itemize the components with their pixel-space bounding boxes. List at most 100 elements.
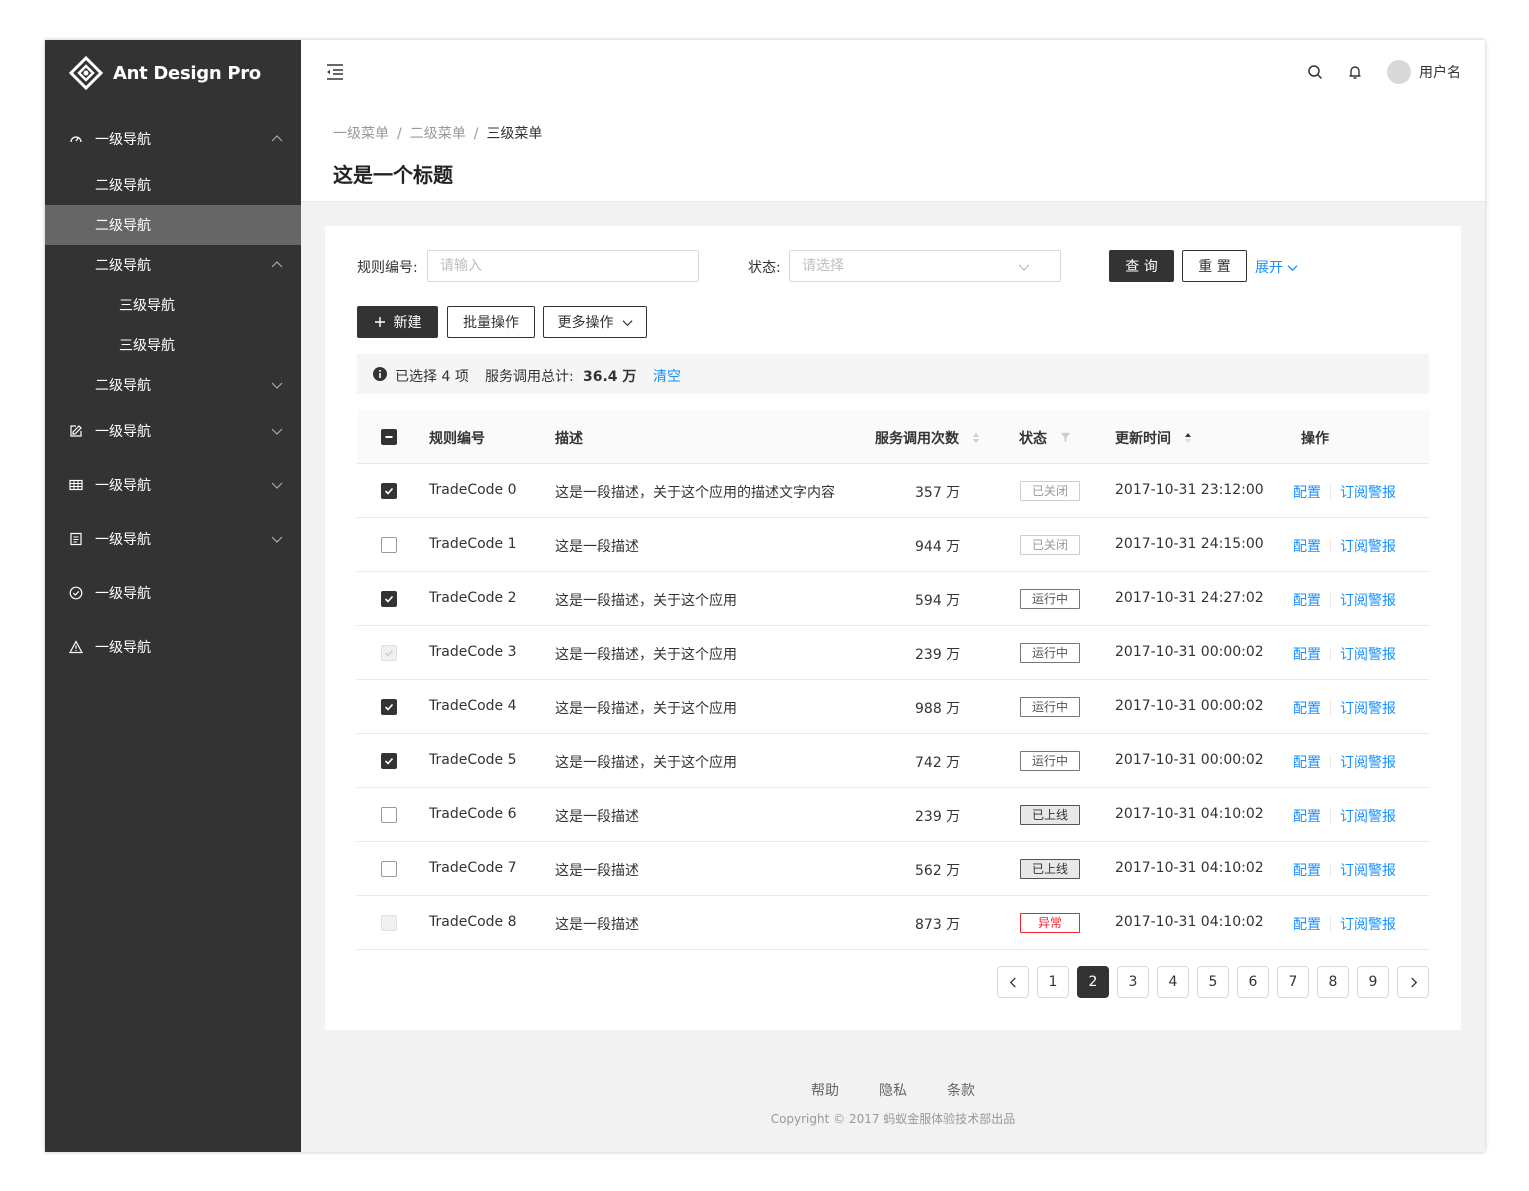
page-button[interactable]: 1 xyxy=(1037,966,1069,998)
rule-code: TradeCode 8 xyxy=(429,914,517,930)
clear-link[interactable]: 清空 xyxy=(653,366,681,386)
column-header-status[interactable]: 状态 xyxy=(1019,428,1071,448)
row-checkbox[interactable] xyxy=(381,537,397,553)
page-button[interactable]: 8 xyxy=(1317,966,1349,998)
rule-number-input[interactable]: 请输入 xyxy=(427,250,699,282)
row-checkbox[interactable] xyxy=(381,861,397,877)
page-button[interactable]: 4 xyxy=(1157,966,1189,998)
config-link[interactable]: 配置 xyxy=(1293,698,1321,718)
page-button[interactable]: 2 xyxy=(1077,966,1109,998)
table-row[interactable]: TradeCode 5 这是一段描述，关于这个应用 742 万 运行中 2017-10-… xyxy=(357,734,1429,788)
config-link[interactable]: 配置 xyxy=(1293,752,1321,772)
subscribe-alert-link[interactable]: 订阅警报 xyxy=(1340,860,1396,880)
rule-description: 这是一段描述 xyxy=(555,917,639,933)
row-actions: 配置 订阅警报 xyxy=(1293,914,1396,934)
column-header-calls[interactable]: 服务调用次数 xyxy=(875,428,980,448)
sidebar-item-5[interactable]: 三级导航 xyxy=(45,325,301,365)
check-circle-icon xyxy=(69,586,83,600)
reset-button[interactable]: 重 置 xyxy=(1182,250,1247,282)
row-checkbox[interactable] xyxy=(381,915,397,931)
status-select[interactable]: 请选择 xyxy=(789,250,1061,282)
logo[interactable]: Ant Design Pro xyxy=(69,56,261,90)
sidebar-item-2[interactable]: 二级导航 xyxy=(45,205,301,245)
footer-link-privacy[interactable]: 隐私 xyxy=(879,1080,907,1100)
subscribe-alert-link[interactable]: 订阅警报 xyxy=(1340,698,1396,718)
config-link[interactable]: 配置 xyxy=(1293,590,1321,610)
subscribe-alert-link[interactable]: 订阅警报 xyxy=(1340,590,1396,610)
avatar[interactable] xyxy=(1387,60,1411,84)
sort-icon[interactable] xyxy=(1184,432,1192,444)
page-button[interactable]: 9 xyxy=(1357,966,1389,998)
content-card: 规则编号: 请输入 状态: 请选择 查 询 重 置 展开 新建 批量操作 更多操… xyxy=(325,226,1461,1030)
table-row[interactable]: TradeCode 7 这是一段描述 562 万 已上线 2017-10-31 04:1… xyxy=(357,842,1429,896)
config-link[interactable]: 配置 xyxy=(1293,644,1321,664)
select-all-checkbox[interactable] xyxy=(381,429,397,445)
row-actions: 配置 订阅警报 xyxy=(1293,806,1396,826)
subscribe-alert-link[interactable]: 订阅警报 xyxy=(1340,644,1396,664)
row-checkbox[interactable] xyxy=(381,753,397,769)
sidebar-item-6[interactable]: 二级导航 xyxy=(45,365,301,405)
config-link[interactable]: 配置 xyxy=(1293,536,1321,556)
sidebar-item-3[interactable]: 二级导航 xyxy=(45,245,301,285)
config-link[interactable]: 配置 xyxy=(1293,806,1321,826)
subscribe-alert-link[interactable]: 订阅警报 xyxy=(1340,752,1396,772)
page-button[interactable]: 3 xyxy=(1117,966,1149,998)
sidebar-item-1[interactable]: 二级导航 xyxy=(45,165,301,205)
subscribe-alert-link[interactable]: 订阅警报 xyxy=(1340,806,1396,826)
table-row[interactable]: TradeCode 0 这是一段描述，关于这个应用的描述文字内容 357 万 已关闭 2… xyxy=(357,464,1429,518)
batch-button[interactable]: 批量操作 xyxy=(447,306,535,338)
column-header-code: 规则编号 xyxy=(429,431,485,447)
action-divider xyxy=(1330,755,1331,769)
table-row[interactable]: TradeCode 1 这是一段描述 944 万 已关闭 2017-10-31 24:1… xyxy=(357,518,1429,572)
footer-link-terms[interactable]: 条款 xyxy=(947,1080,975,1100)
config-link[interactable]: 配置 xyxy=(1293,482,1321,502)
row-checkbox[interactable] xyxy=(381,807,397,823)
config-link[interactable]: 配置 xyxy=(1293,914,1321,934)
more-actions-button[interactable]: 更多操作 xyxy=(543,306,647,338)
sort-icon[interactable] xyxy=(972,432,980,444)
search-icon[interactable] xyxy=(1307,64,1323,80)
subscribe-alert-link[interactable]: 订阅警报 xyxy=(1340,482,1396,502)
rule-description: 这是一段描述，关于这个应用 xyxy=(555,593,737,609)
new-button[interactable]: 新建 xyxy=(357,306,438,338)
breadcrumb-item[interactable]: 二级菜单 xyxy=(410,126,466,142)
rule-number-label: 规则编号: xyxy=(357,260,418,276)
breadcrumb-item[interactable]: 一级菜单 xyxy=(333,126,389,142)
expand-link[interactable]: 展开 xyxy=(1255,257,1298,277)
status-tag: 已关闭 xyxy=(1020,481,1080,501)
row-checkbox[interactable] xyxy=(381,699,397,715)
page-title: 这是一个标题 xyxy=(333,163,453,187)
menu-fold-icon[interactable] xyxy=(325,62,345,82)
footer-link-help[interactable]: 帮助 xyxy=(811,1080,839,1100)
row-checkbox[interactable] xyxy=(381,591,397,607)
next-page-button[interactable] xyxy=(1397,966,1429,998)
query-button[interactable]: 查 询 xyxy=(1109,250,1174,282)
filter-icon[interactable] xyxy=(1060,432,1071,443)
table-row[interactable]: TradeCode 2 这是一段描述，关于这个应用 594 万 运行中 2017-10-… xyxy=(357,572,1429,626)
table-row[interactable]: TradeCode 3 这是一段描述，关于这个应用 239 万 运行中 2017-10-… xyxy=(357,626,1429,680)
page-button[interactable]: 6 xyxy=(1237,966,1269,998)
action-divider xyxy=(1330,593,1331,607)
prev-page-button[interactable] xyxy=(997,966,1029,998)
table-row[interactable]: TradeCode 8 这是一段描述 873 万 异常 2017-10-31 04:10… xyxy=(357,896,1429,950)
row-checkbox[interactable] xyxy=(381,483,397,499)
username[interactable]: 用户名 xyxy=(1419,62,1461,82)
sidebar-item-9[interactable]: 一级导航 xyxy=(45,519,301,559)
page-button[interactable]: 5 xyxy=(1197,966,1229,998)
sidebar-item-8[interactable]: 一级导航 xyxy=(45,465,301,505)
page-button[interactable]: 7 xyxy=(1277,966,1309,998)
page-header: 一级菜单 / 二级菜单 / 三级菜单 这是一个标题 xyxy=(301,104,1485,202)
sidebar-item-0[interactable]: 一级导航 xyxy=(45,119,301,159)
bell-icon[interactable] xyxy=(1347,64,1363,80)
row-checkbox[interactable] xyxy=(381,645,397,661)
column-header-time[interactable]: 更新时间 xyxy=(1115,428,1192,448)
sidebar-item-7[interactable]: 一级导航 xyxy=(45,411,301,451)
sidebar-item-4[interactable]: 三级导航 xyxy=(45,285,301,325)
config-link[interactable]: 配置 xyxy=(1293,860,1321,880)
sidebar-item-11[interactable]: 一级导航 xyxy=(45,627,301,667)
table-row[interactable]: TradeCode 6 这是一段描述 239 万 已上线 2017-10-31 04:1… xyxy=(357,788,1429,842)
subscribe-alert-link[interactable]: 订阅警报 xyxy=(1340,536,1396,556)
sidebar-item-10[interactable]: 一级导航 xyxy=(45,573,301,613)
subscribe-alert-link[interactable]: 订阅警报 xyxy=(1340,914,1396,934)
table-row[interactable]: TradeCode 4 这是一段描述，关于这个应用 988 万 运行中 2017-10-… xyxy=(357,680,1429,734)
